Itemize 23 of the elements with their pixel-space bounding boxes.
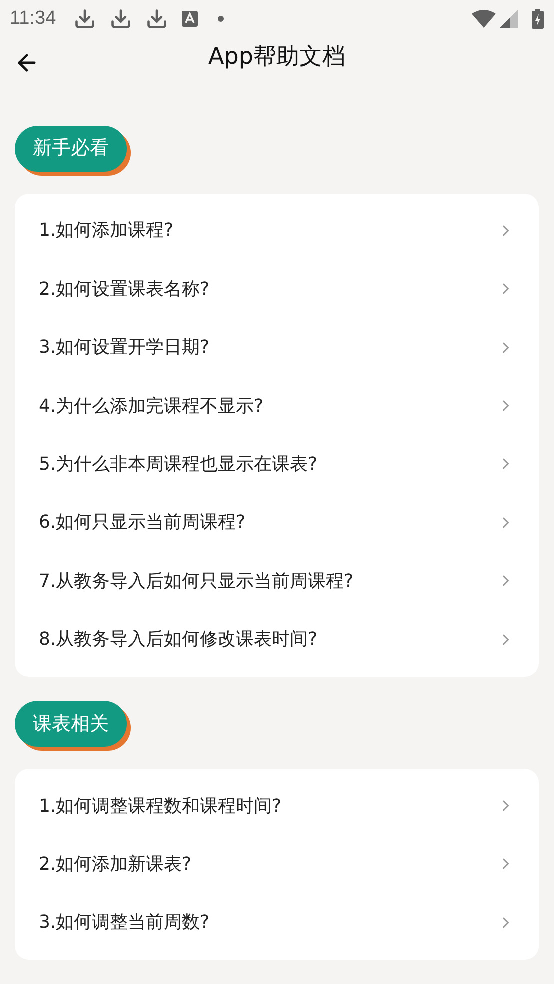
signal-icon xyxy=(500,10,518,28)
keyboard-app-icon xyxy=(182,10,198,27)
section-tag: 新手必看 xyxy=(15,126,127,172)
question-item[interactable]: 5.为什么非本周课程也显示在课表? xyxy=(15,435,539,494)
dot-icon xyxy=(218,16,224,22)
question-item[interactable]: 4.为什么添加完课程不显示? xyxy=(15,376,539,436)
question-item[interactable]: 1.如何添加课程? xyxy=(15,202,539,260)
section-tag: 课表相关 xyxy=(15,700,127,747)
page-title: App帮助文档 xyxy=(208,42,346,72)
question-item[interactable]: 6.如何只显示当前周课程? xyxy=(15,494,539,552)
download-icon xyxy=(74,8,96,30)
question-item[interactable]: 8.从教务导入后如何修改课表时间? xyxy=(15,610,539,669)
wifi-icon xyxy=(472,10,496,28)
question-item[interactable]: 2.如何添加新课表? xyxy=(15,835,539,894)
status-time: 11:34 xyxy=(10,6,56,31)
download-icon xyxy=(110,8,132,30)
download-icon xyxy=(146,8,168,30)
question-item[interactable]: 1.如何调整课程数和课程时间? xyxy=(15,776,539,836)
question-item[interactable]: 3.如何调整当前周数? xyxy=(15,894,539,952)
question-item[interactable]: 2.如何设置课表名称? xyxy=(15,260,539,318)
question-item[interactable]: 7.从教务导入后如何只显示当前周课程? xyxy=(15,552,539,610)
battery-icon xyxy=(532,8,544,29)
question-item[interactable]: 3.如何设置开学日期? xyxy=(15,318,539,377)
